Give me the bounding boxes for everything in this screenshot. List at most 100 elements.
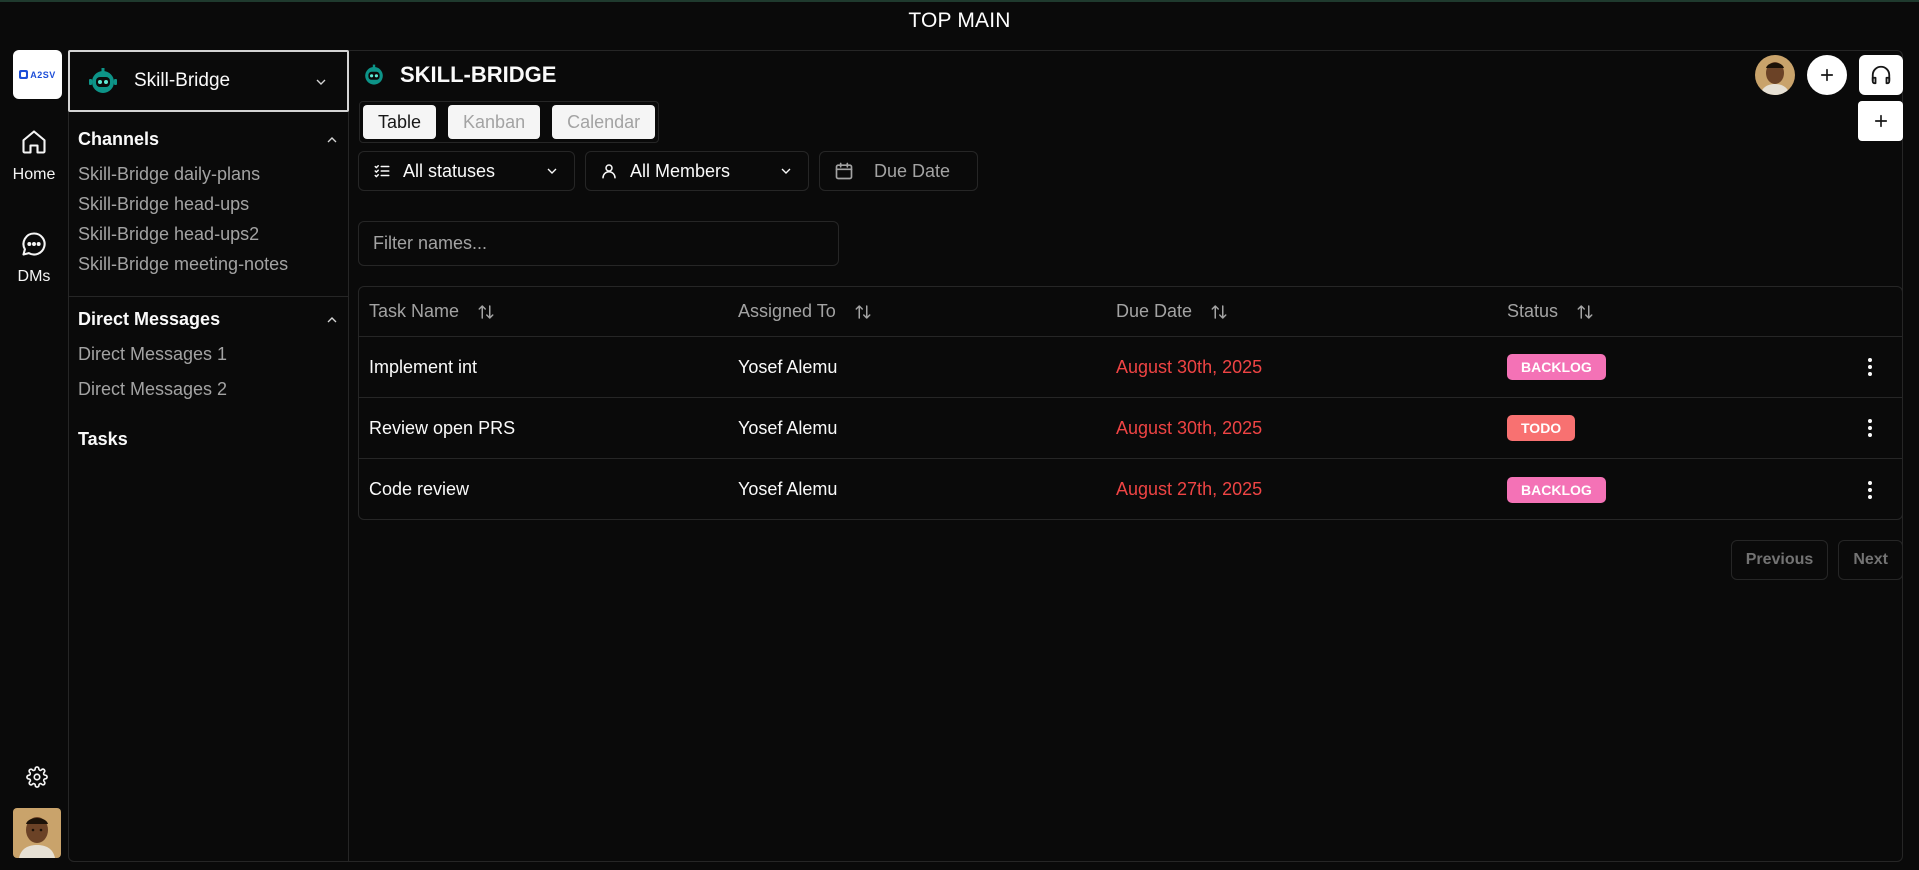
- column-header-label: Status: [1507, 301, 1559, 321]
- add-task-button[interactable]: [1858, 101, 1903, 141]
- channels-title: Channels: [78, 129, 160, 149]
- tab-table[interactable]: Table: [363, 105, 437, 139]
- member-avatar-image: [1755, 55, 1795, 95]
- due-date-filter[interactable]: Due Date: [819, 151, 978, 191]
- column-header-label: Assigned To: [738, 301, 836, 321]
- pagination: Previous Next: [1730, 540, 1903, 580]
- due-date-cell: August 30th, 2025: [1116, 417, 1263, 438]
- filter-names-input[interactable]: [358, 221, 839, 266]
- more-vertical-icon: [1868, 419, 1872, 437]
- home-icon: [22, 130, 46, 154]
- status-badge: BACKLOG: [1507, 476, 1606, 503]
- more-vertical-icon: [1868, 358, 1872, 376]
- sort-arrows-icon: [1211, 304, 1227, 319]
- channel-item-head-ups2[interactable]: Skill-Bridge head-ups2: [78, 224, 259, 245]
- support-button[interactable]: [1859, 55, 1903, 95]
- next-page-button[interactable]: Next: [1838, 540, 1903, 580]
- plus-icon: [1874, 114, 1887, 128]
- chevron-down-icon: [316, 79, 326, 85]
- header-actions: [1755, 55, 1903, 95]
- tasks-title: Tasks: [78, 429, 128, 449]
- direct-messages-section-header[interactable]: Direct Messages: [78, 309, 340, 330]
- previous-page-button[interactable]: Previous: [1730, 540, 1829, 580]
- dm-item-1[interactable]: Direct Messages 1: [78, 344, 227, 365]
- due-date-cell: August 27th, 2025: [1116, 479, 1263, 499]
- headphones-icon: [1871, 65, 1891, 85]
- assignee-cell: Yosef Alemu: [738, 417, 838, 438]
- settings-gear-icon[interactable]: [26, 766, 48, 788]
- user-avatar[interactable]: [13, 808, 61, 858]
- rail-home-label: Home: [12, 166, 56, 183]
- icon-rail: A2SV Home DMs: [0, 40, 68, 870]
- table-row[interactable]: Implement int Yosef Alemu August 30th, 2…: [359, 337, 1902, 398]
- task-name-cell: Review open PRS: [369, 417, 516, 438]
- filter-bar: All statuses All Members Due Date: [358, 151, 978, 191]
- row-actions-button[interactable]: [1860, 416, 1880, 440]
- tasks-link[interactable]: Tasks: [78, 429, 340, 450]
- direct-messages-title: Direct Messages: [78, 309, 221, 329]
- column-header-status[interactable]: Status: [1507, 301, 1594, 322]
- task-name-cell: Implement int: [369, 356, 478, 377]
- due-date-cell: August 30th, 2025: [1116, 356, 1263, 377]
- status-filter-dropdown[interactable]: All statuses: [358, 151, 575, 191]
- status-badge: BACKLOG: [1507, 354, 1606, 380]
- members-filter-label: All Members: [630, 160, 731, 181]
- members-filter-dropdown[interactable]: All Members: [585, 151, 809, 191]
- status-filter-label: All statuses: [403, 160, 496, 181]
- column-header-label: Task Name: [369, 301, 460, 321]
- calendar-icon: [835, 162, 853, 180]
- page-header: SKILL-BRIDGE: [362, 62, 556, 88]
- assignee-cell: Yosef Alemu: [738, 479, 838, 499]
- table-row[interactable]: Code review Yosef Alemu August 27th, 202…: [359, 459, 1902, 520]
- sidebar-divider: [68, 296, 349, 297]
- table-header-row: Task Name Assigned To Due Date Status: [359, 287, 1902, 337]
- top-bar-title: TOP MAIN: [908, 9, 1011, 32]
- more-vertical-icon: [1868, 480, 1872, 499]
- sort-arrows-icon: [855, 304, 871, 319]
- chevron-down-icon: [547, 168, 557, 174]
- view-tabs: Table Kanban Calendar: [359, 101, 660, 143]
- assignee-cell: Yosef Alemu: [738, 356, 838, 377]
- app-logo[interactable]: A2SV: [13, 50, 62, 99]
- rail-home-button[interactable]: Home: [0, 128, 68, 184]
- chevron-up-icon: [327, 316, 337, 322]
- workspace-selector[interactable]: Skill-Bridge: [68, 50, 349, 112]
- column-header-due-date[interactable]: Due Date: [1116, 301, 1228, 322]
- sort-arrows-icon: [1577, 304, 1593, 319]
- table-row[interactable]: Review open PRS Yosef Alemu August 30th,…: [359, 398, 1902, 459]
- user-icon: [602, 164, 616, 179]
- dm-item-2[interactable]: Direct Messages 2: [78, 379, 227, 400]
- tab-calendar[interactable]: Calendar: [552, 105, 656, 139]
- workspace-name: Skill-Bridge: [134, 70, 231, 91]
- due-date-filter-label: Due Date: [874, 160, 951, 181]
- user-avatar-image: [13, 808, 61, 858]
- chat-bubble-icon: [22, 232, 46, 256]
- task-table: Task Name Assigned To Due Date Status Im…: [358, 286, 1903, 520]
- member-avatar[interactable]: [1755, 55, 1795, 95]
- plus-icon: [1820, 68, 1834, 82]
- top-bar: TOP MAIN: [0, 2, 1919, 40]
- channel-item-meeting-notes[interactable]: Skill-Bridge meeting-notes: [78, 254, 288, 275]
- rail-dms-button[interactable]: DMs: [0, 230, 68, 286]
- logo-mark-icon: [19, 70, 29, 79]
- row-actions-button[interactable]: [1860, 478, 1880, 502]
- workspace-robot-icon: [365, 64, 383, 85]
- add-member-button[interactable]: [1807, 55, 1847, 95]
- workspace-robot-icon: [89, 68, 117, 93]
- column-header-task-name[interactable]: Task Name: [369, 301, 495, 322]
- page-title: SKILL-BRIDGE: [400, 62, 557, 87]
- logo-text: A2SV: [30, 69, 56, 80]
- rail-dms-label: DMs: [17, 268, 51, 285]
- chevron-down-icon: [781, 168, 791, 174]
- tab-kanban[interactable]: Kanban: [448, 105, 541, 139]
- sort-arrows-icon: [478, 304, 494, 319]
- task-name-cell: Code review: [369, 479, 470, 499]
- chevron-up-icon: [327, 136, 337, 142]
- channel-item-daily-plans[interactable]: Skill-Bridge daily-plans: [78, 164, 260, 185]
- column-header-label: Due Date: [1116, 301, 1193, 321]
- column-header-assigned-to[interactable]: Assigned To: [738, 301, 872, 322]
- channels-section-header[interactable]: Channels: [78, 129, 340, 150]
- channel-item-head-ups[interactable]: Skill-Bridge head-ups: [78, 194, 249, 215]
- status-badge: TODO: [1507, 415, 1576, 441]
- row-actions-button[interactable]: [1860, 355, 1880, 379]
